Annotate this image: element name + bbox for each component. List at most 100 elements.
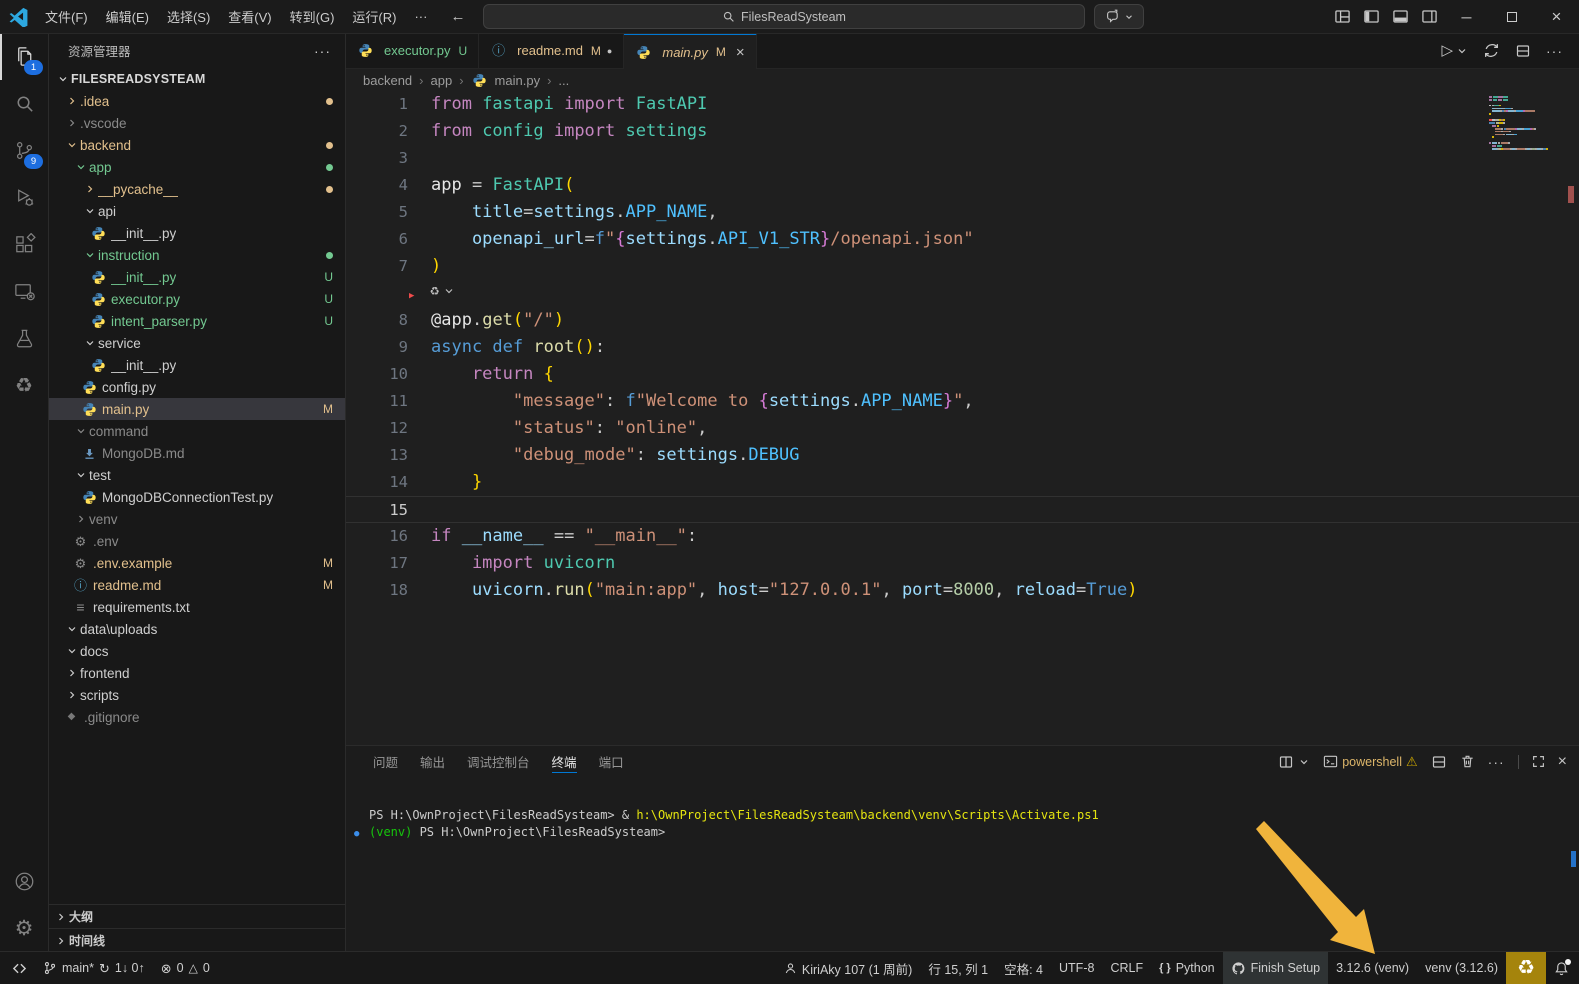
- breadcrumb-item[interactable]: app: [431, 73, 453, 88]
- line-number[interactable]: 13: [346, 442, 408, 469]
- status-encoding[interactable]: UTF-8: [1051, 952, 1102, 984]
- menu-item[interactable]: 编辑(E): [97, 3, 158, 30]
- tree-item-.gitignore[interactable]: ◆.gitignore: [48, 706, 345, 728]
- menu-item[interactable]: 转到(G): [281, 3, 344, 30]
- activity-settings[interactable]: ⚙: [0, 905, 48, 952]
- menu-item[interactable]: 选择(S): [158, 3, 219, 30]
- tree-item-api[interactable]: api: [48, 200, 345, 222]
- status-finish-setup[interactable]: Finish Setup: [1223, 952, 1328, 984]
- status-problems[interactable]: ⊗0△0: [153, 952, 218, 984]
- tree-item-requirements.txt[interactable]: ≡requirements.txt: [48, 596, 345, 618]
- command-decoration-dot[interactable]: ●: [354, 826, 359, 843]
- activity-search[interactable]: [0, 80, 48, 127]
- launch-profile-button[interactable]: [1278, 754, 1310, 770]
- tree-item-executor.py[interactable]: executor.pyU: [48, 288, 345, 310]
- tree-item-MongoDBConnectionTest.py[interactable]: MongoDBConnectionTest.py: [48, 486, 345, 508]
- menu-item[interactable]: 查看(V): [219, 3, 280, 30]
- tree-item-__pycache__[interactable]: __pycache__: [48, 178, 345, 200]
- menu-item[interactable]: ···: [405, 5, 436, 28]
- tab-close-icon[interactable]: ×: [736, 44, 745, 61]
- toggle-panel-button[interactable]: [1386, 8, 1415, 25]
- tree-item-scripts[interactable]: scripts: [48, 684, 345, 706]
- copilot-menu-button[interactable]: [1094, 4, 1144, 29]
- line-number[interactable]: 2: [346, 118, 408, 145]
- line-number[interactable]: 18: [346, 577, 408, 604]
- command-center-search[interactable]: FilesReadSysteam: [483, 4, 1085, 29]
- line-number[interactable]: 11: [346, 388, 408, 415]
- maximize-panel-button[interactable]: [1532, 755, 1545, 768]
- tree-item-__init__.py[interactable]: __init__.pyU: [48, 266, 345, 288]
- tree-item-intent_parser.py[interactable]: intent_parser.pyU: [48, 310, 345, 332]
- code-line-16[interactable]: 16if __name__ == "__main__":: [346, 523, 1579, 550]
- line-number[interactable]: 16: [346, 523, 408, 550]
- tab-main.py[interactable]: main.pyM×: [624, 33, 756, 69]
- breadcrumb-item[interactable]: ...: [558, 73, 569, 88]
- terminal-tab-powershell-button[interactable]: powershell⚠: [1323, 754, 1417, 769]
- status-git-blame[interactable]: KiriAky 107 (1 周前): [776, 952, 920, 984]
- status-git-branch[interactable]: main*↻1↓ 0↑: [35, 952, 153, 984]
- panel-tab-调试控制台[interactable]: 调试控制台: [456, 746, 541, 777]
- back-arrow-icon[interactable]: ←: [450, 9, 465, 24]
- tab-readme.md[interactable]: ⓘreadme.mdM●: [479, 33, 624, 68]
- code-line-4[interactable]: 4app = FastAPI(: [346, 172, 1579, 199]
- tree-item-service[interactable]: service: [48, 332, 345, 354]
- line-number[interactable]: 14: [346, 469, 408, 496]
- line-number[interactable]: 9: [346, 334, 408, 361]
- status-ai-status[interactable]: ♻: [1506, 952, 1546, 984]
- toggle-sidebar-left-button[interactable]: [1357, 8, 1386, 25]
- tree-item-readme.md[interactable]: ⓘreadme.mdM: [48, 574, 345, 596]
- tree-item-MongoDB.md[interactable]: MongoDB.md: [48, 442, 345, 464]
- line-number[interactable]: 5: [346, 199, 408, 226]
- tree-root[interactable]: FILESREADSYSTEAM: [48, 68, 345, 90]
- line-number[interactable]: 3: [346, 145, 408, 172]
- sidebar-more-actions-icon[interactable]: ···: [314, 43, 331, 59]
- code-line-13[interactable]: 13 "debug_mode": settings.DEBUG: [346, 442, 1579, 469]
- tree-item-.vscode[interactable]: .vscode: [48, 112, 345, 134]
- sidebar-section-outline[interactable]: 大纲: [48, 904, 345, 928]
- run-python-file-button[interactable]: ▷: [1441, 43, 1468, 58]
- code-editor[interactable]: 1from fastapi import FastAPI2from config…: [346, 91, 1579, 745]
- tree-item-docs[interactable]: docs: [48, 640, 345, 662]
- code-line-5[interactable]: 5 title=settings.APP_NAME,: [346, 199, 1579, 226]
- activity-accounts[interactable]: [0, 858, 48, 905]
- activity-remote-explorer[interactable]: [0, 268, 48, 315]
- activity-ai-assistant[interactable]: ♻: [0, 362, 48, 409]
- line-number[interactable]: 6: [346, 226, 408, 253]
- tree-item-command[interactable]: command: [48, 420, 345, 442]
- status-cursor-position[interactable]: 行 15, 列 1: [920, 952, 996, 984]
- status-indentation[interactable]: 空格: 4: [996, 952, 1051, 984]
- code-line-7[interactable]: 7): [346, 253, 1579, 280]
- line-number[interactable]: 15: [346, 497, 408, 522]
- code-line-6[interactable]: 6 openapi_url=f"{settings.API_V1_STR}/op…: [346, 226, 1579, 253]
- code-line-18[interactable]: 18 uvicorn.run("main:app", host="127.0.0…: [346, 577, 1579, 604]
- tree-item-test[interactable]: test: [48, 464, 345, 486]
- line-number[interactable]: 7: [346, 253, 408, 280]
- code-line-15[interactable]: 15: [346, 496, 1579, 523]
- tree-item-app[interactable]: app: [48, 156, 345, 178]
- status-notifications[interactable]: [1546, 952, 1577, 984]
- tree-item-.env.example[interactable]: ⚙.env.exampleM: [48, 552, 345, 574]
- status-remote-indicator[interactable]: [4, 952, 35, 984]
- status-eol[interactable]: CRLF: [1102, 952, 1151, 984]
- line-number[interactable]: 8: [346, 307, 408, 334]
- menu-item[interactable]: 文件(F): [36, 3, 97, 30]
- more-terminal-actions-button[interactable]: ···: [1488, 755, 1505, 769]
- customize-layout-button[interactable]: [1328, 8, 1357, 25]
- line-number[interactable]: 4: [346, 172, 408, 199]
- code-line-3[interactable]: 3: [346, 145, 1579, 172]
- code-line-1[interactable]: 1from fastapi import FastAPI: [346, 91, 1579, 118]
- status-python-version[interactable]: 3.12.6 (venv): [1328, 952, 1417, 984]
- code-line-2[interactable]: 2from config import settings: [346, 118, 1579, 145]
- tree-item-.idea[interactable]: .idea: [48, 90, 345, 112]
- tree-item-frontend[interactable]: frontend: [48, 662, 345, 684]
- tree-item-backend[interactable]: backend: [48, 134, 345, 156]
- maximize-button[interactable]: [1489, 0, 1534, 33]
- split-editor-button[interactable]: [1515, 43, 1531, 59]
- panel-tab-终端[interactable]: 终端: [541, 746, 588, 777]
- code-line-17[interactable]: 17 import uvicorn: [346, 550, 1579, 577]
- more-actions-button[interactable]: ···: [1546, 44, 1563, 58]
- menu-item[interactable]: 运行(R): [343, 3, 405, 30]
- toggle-sidebar-right-button[interactable]: [1415, 8, 1444, 25]
- code-line-14[interactable]: 14 }: [346, 469, 1579, 496]
- code-line-10[interactable]: 10 return {: [346, 361, 1579, 388]
